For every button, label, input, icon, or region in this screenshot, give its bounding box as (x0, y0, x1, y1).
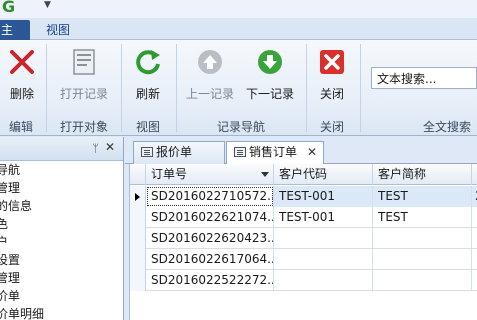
ribbon: 删除 打开记录 刷新 上一记录 下一记录 关闭 文本搜索... 编辑 打开对象 … (0, 40, 477, 136)
delete-x-icon (10, 50, 34, 74)
navigation-panel: ᛘ ✕ 导航 管理 的信息 色 户 设置 管理 价单 价单明细 (0, 137, 124, 320)
cell-customer-short[interactable]: TEST (373, 186, 472, 207)
grid-header: 订单号 客户代码 客户简称 (130, 164, 477, 185)
column-header-customer-code[interactable]: 客户代码 (274, 164, 373, 185)
cell-customer-code[interactable] (274, 249, 373, 270)
next-record-button[interactable]: 下一记录 (244, 46, 296, 102)
table-row[interactable]: SD2016022621074... TEST-001 TEST (130, 207, 477, 228)
cell-order-no[interactable]: SD2016022617064... (146, 249, 274, 270)
cell-customer-code[interactable] (274, 228, 373, 249)
group-separator (46, 44, 47, 132)
open-record-label: 打开记录 (59, 87, 108, 101)
nav-item[interactable]: 设置 (0, 251, 123, 269)
cell-customer-short[interactable] (373, 228, 472, 249)
prev-record-label: 上一记录 (185, 87, 234, 101)
row-indicator (130, 249, 146, 270)
table-row[interactable]: SD2016022710572... TEST-001 TEST 2 (130, 186, 477, 207)
cell-customer-short[interactable] (373, 270, 472, 291)
arrow-up-icon (198, 50, 222, 74)
column-header-more[interactable] (472, 164, 477, 185)
close-button[interactable]: 关闭 (314, 46, 350, 102)
cell-order-no[interactable]: SD2016022620423... (146, 228, 274, 249)
pin-icon[interactable]: ᛘ (92, 142, 99, 155)
table-row[interactable]: SD2016022617064... (130, 249, 477, 270)
nav-item[interactable]: 价单明细 (0, 305, 123, 320)
cell-order-no[interactable]: SD2016022522272... (146, 270, 274, 291)
table-row[interactable]: SD2016022620423... (130, 228, 477, 249)
column-header-label: 订单号 (151, 167, 188, 181)
group-label-fulltext-search: 全文搜索 (423, 120, 472, 134)
group-label-open-object: 打开对象 (60, 120, 109, 134)
group-separator (360, 44, 361, 132)
nav-item[interactable]: 户 (0, 233, 123, 251)
row-indicator (130, 228, 146, 249)
current-row-arrow-icon (135, 193, 140, 201)
quick-access-dropdown-icon[interactable]: ▼ (44, 0, 51, 10)
delete-label: 删除 (9, 87, 34, 101)
table-row[interactable]: SD2016022522272... (130, 270, 477, 291)
column-header-customer-short[interactable]: 客户简称 (373, 164, 472, 185)
cell-extra[interactable]: 2 (472, 186, 477, 207)
group-separator (121, 44, 122, 132)
tab-home[interactable]: 主页 (0, 20, 30, 57)
tab-close-icon[interactable]: ✕ (307, 142, 317, 163)
group-label-edit: 编辑 (9, 120, 34, 134)
cell-customer-code[interactable]: TEST-001 (274, 207, 373, 228)
nav-item[interactable]: 管理 (0, 269, 123, 287)
nav-item[interactable]: 价单 (0, 287, 123, 305)
fulltext-search-input[interactable]: 文本搜索... (371, 67, 477, 89)
open-record-button[interactable]: 打开记录 (58, 46, 110, 102)
prev-record-button[interactable]: 上一记录 (184, 46, 236, 102)
nav-item[interactable]: 的信息 (0, 197, 123, 215)
nav-item[interactable]: 导航 (0, 161, 123, 179)
group-separator (306, 44, 307, 132)
sort-descending-icon (261, 172, 269, 177)
next-record-label: 下一记录 (245, 87, 294, 101)
header-indicator-cell (130, 164, 146, 185)
tab-quotation[interactable]: 报价单 (133, 141, 225, 164)
close-label: 关闭 (319, 87, 344, 101)
refresh-icon (136, 50, 160, 75)
group-label-view: 视图 (136, 120, 161, 134)
group-separator (176, 44, 177, 132)
navigation-panel-header: ᛘ ✕ (0, 137, 123, 161)
cell-order-no[interactable]: SD2016022621074... (146, 207, 274, 228)
nav-item[interactable]: 管理 (0, 179, 123, 197)
panel-close-icon[interactable]: ✕ (105, 140, 115, 154)
open-record-icon (73, 49, 95, 75)
close-icon (320, 50, 344, 74)
cell-customer-code[interactable] (274, 270, 373, 291)
app-logo-icon[interactable]: G (2, 0, 15, 16)
refresh-button[interactable]: 刷新 (130, 46, 166, 102)
tab-sales-order-label: 销售订单 (249, 145, 298, 159)
refresh-label: 刷新 (135, 87, 160, 101)
title-bar: G ▼ (0, 0, 477, 18)
document-tab-bar: 报价单 销售订单 ✕ (125, 137, 477, 165)
form-icon (234, 147, 246, 157)
tab-sales-order[interactable]: 销售订单 ✕ (226, 141, 324, 165)
tab-quotation-label: 报价单 (156, 145, 193, 159)
navigation-list: 导航 管理 的信息 色 户 设置 管理 价单 价单明细 (0, 161, 123, 320)
ribbon-tab-bar: 主页 视图 (0, 18, 477, 57)
column-header-order-no[interactable]: 订单号 (146, 164, 274, 185)
form-icon (141, 147, 153, 157)
delete-button[interactable]: 删除 (4, 46, 40, 102)
row-indicator (130, 207, 146, 228)
sales-order-grid: 订单号 客户代码 客户简称 SD2016022710572... TEST-00… (129, 164, 477, 320)
cell-order-no[interactable]: SD2016022710572... (146, 186, 274, 207)
cell-customer-code[interactable]: TEST-001 (274, 186, 373, 207)
tab-view[interactable]: 视图 (40, 20, 76, 41)
group-label-close: 关闭 (320, 120, 345, 134)
nav-item[interactable]: 色 (0, 215, 123, 233)
cell-customer-short[interactable] (373, 249, 472, 270)
row-indicator (130, 186, 146, 207)
row-indicator (130, 270, 146, 291)
cell-customer-short[interactable]: TEST (373, 207, 472, 228)
arrow-down-icon (258, 50, 282, 74)
group-label-record-nav: 记录导航 (217, 120, 266, 134)
